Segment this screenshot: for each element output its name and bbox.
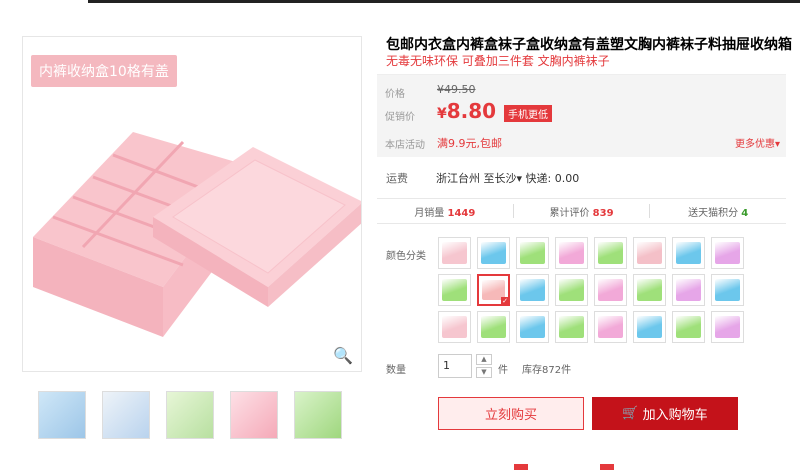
stock-info: 库存872件 [522,365,572,376]
swatch-thumbnail [559,316,584,338]
swatch-thumbnail [520,242,545,264]
swatch-thumbnail [442,279,467,301]
color-swatch[interactable] [477,237,510,269]
original-price: ¥49.50 [437,83,476,96]
swatch-thumbnail [442,242,467,264]
swatch-thumbnail [481,316,506,338]
color-swatch[interactable] [633,237,666,269]
swatch-thumbnail [559,279,584,301]
color-swatch[interactable] [555,311,588,343]
thumbnail-2[interactable] [102,391,150,439]
tmall-points: 送天猫积分 4 [688,207,749,219]
color-swatch[interactable] [438,237,471,269]
color-swatch[interactable] [516,311,549,343]
product-title: 包邮内衣盒内裤盒袜子盒收纳盒有盖塑文胸内裤袜子料抽屉收纳箱 [386,37,792,53]
color-swatch[interactable] [516,237,549,269]
quantity-input[interactable]: 1 [438,354,472,378]
swatch-thumbnail [598,279,623,301]
thumbnail-4[interactable] [230,391,278,439]
check-icon: ✓ [501,297,509,305]
cart-icon: 🛒 [622,406,639,421]
top-bar [88,0,800,3]
color-swatch[interactable] [594,311,627,343]
swatch-thumbnail [520,316,545,338]
price-label: 价格 [385,89,405,100]
search-icon[interactable]: 🔍 [333,346,353,365]
color-swatch[interactable] [438,311,471,343]
swatch-thumbnail [637,242,662,264]
color-swatch[interactable] [633,311,666,343]
quantity-unit: 件 [498,365,508,376]
increase-button[interactable]: ▲ [476,354,492,365]
color-swatch-grid: ✓ [438,237,778,343]
color-swatch[interactable] [672,311,705,343]
color-swatch[interactable] [477,311,510,343]
add-to-cart-button[interactable]: 🛒 加入购物车 [592,397,738,430]
swatch-thumbnail [676,242,701,264]
color-category-label: 颜色分类 [386,251,426,262]
buy-now-button[interactable]: 立刻购买 [438,397,584,430]
color-swatch[interactable] [672,274,705,306]
swatch-thumbnail [520,279,545,301]
product-main-image[interactable]: 内裤收纳盒10格有盖 🔍 [22,36,362,372]
swatch-thumbnail [676,316,701,338]
color-swatch[interactable] [438,274,471,306]
swatch-thumbnail [676,279,701,301]
bottom-marker [514,464,528,470]
color-swatch[interactable] [555,274,588,306]
color-swatch[interactable] [594,237,627,269]
total-reviews[interactable]: 累计评价 839 [514,204,650,219]
color-swatch[interactable] [633,274,666,306]
activity-label: 本店活动 [385,140,425,151]
monthly-sales: 月销量 1449 [414,207,476,219]
mobile-price-tag[interactable]: 手机更低 [504,105,552,122]
color-swatch[interactable] [516,274,549,306]
color-swatch[interactable] [711,237,744,269]
thumbnail-5[interactable] [294,391,342,439]
color-swatch[interactable] [672,237,705,269]
swatch-thumbnail [715,242,740,264]
swatch-thumbnail [598,316,623,338]
bottom-marker [600,464,614,470]
swatch-thumbnail [559,242,584,264]
quantity-stepper[interactable]: ▲ ▼ [476,354,492,378]
thumbnail-1[interactable] [38,391,86,439]
color-swatch[interactable] [555,237,588,269]
image-label: 内裤收纳盒10格有盖 [31,55,177,87]
shipping-info[interactable]: 浙江台州 至长沙▾ 快递: 0.00 [436,170,579,186]
promo-price-label: 促销价 [385,112,415,123]
swatch-thumbnail [715,316,740,338]
color-swatch[interactable] [594,274,627,306]
swatch-thumbnail [637,316,662,338]
swatch-thumbnail [715,279,740,301]
shipping-label: 运费 [386,172,408,185]
activity-text: 满9.9元,包邮 [437,137,502,150]
sales-stats: 月销量 1449 累计评价 839 送天猫积分 4 [377,198,786,224]
price-box: 价格 ¥49.50 促销价 ¥8.80 手机更低 本店活动 满9.9元,包邮 更… [377,74,786,157]
storage-box-illustration [33,132,361,337]
swatch-thumbnail [442,316,467,338]
quantity-label: 数量 [386,365,406,376]
swatch-thumbnail [598,242,623,264]
decrease-button[interactable]: ▼ [476,367,492,378]
more-offers-link[interactable]: 更多优惠▾ [735,135,780,150]
color-swatch[interactable] [711,311,744,343]
add-to-cart-label: 加入购物车 [642,408,708,423]
current-price: ¥8.80 [437,99,497,123]
color-swatch[interactable]: ✓ [477,274,510,306]
thumbnail-3[interactable] [166,391,214,439]
thumbnail-strip [38,391,342,439]
swatch-thumbnail [481,242,506,264]
color-swatch[interactable] [711,274,744,306]
swatch-thumbnail [637,279,662,301]
product-subtitle: 无毒无味环保 可叠加三件套 文胸内裤袜子 [386,54,610,68]
